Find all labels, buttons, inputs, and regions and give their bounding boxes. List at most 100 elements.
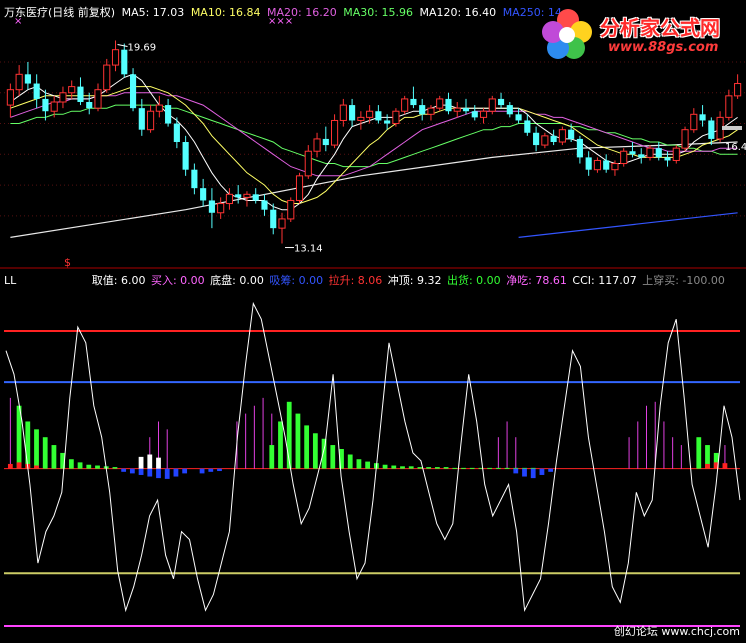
ind-legend-5: 冲顶: 9.32: [387, 274, 442, 287]
candle-body: [349, 105, 356, 121]
candle-body: [410, 98, 417, 106]
indicator-green-bar: [434, 467, 440, 469]
indicator-white-bar: [147, 454, 153, 469]
indicator-green-bar: [112, 467, 118, 469]
indicator-green-bar: [347, 454, 353, 469]
candle-body: [111, 49, 120, 66]
high-label: 19.69: [128, 42, 157, 53]
logo-url: www.88gs.com: [608, 40, 719, 55]
candle-body: [208, 200, 215, 213]
candle-body: [235, 194, 242, 198]
candle-body: [506, 105, 513, 115]
candle-body: [24, 74, 31, 84]
candle-body: [445, 98, 452, 112]
candle-body: [690, 113, 698, 131]
buy-dollar-marker: $: [64, 256, 71, 269]
indicator-blue-bar: [164, 468, 170, 479]
indicator-red-bar: [705, 463, 710, 469]
indicator-green-bar: [417, 467, 423, 469]
indicator-blue-bar: [522, 468, 527, 477]
ind-legend-7: 净吃: 78.61: [506, 274, 567, 287]
indicator-green-bar: [77, 462, 83, 469]
candle-body: [646, 147, 654, 158]
ma-legend-2: MA20: 16.20: [267, 6, 337, 19]
indicator-green-bar: [408, 466, 414, 469]
indicator-green-bar: [356, 459, 362, 469]
candle-body: [94, 89, 102, 109]
indicator-red-bar: [722, 463, 728, 469]
candle-body: [725, 95, 733, 118]
candle-body: [50, 101, 58, 112]
indicator-green-bar: [86, 464, 92, 469]
candle-body: [270, 209, 277, 229]
candle-body: [129, 74, 137, 109]
indicator-blue-bar: [173, 468, 179, 477]
indicator-green-bar: [400, 466, 405, 469]
candle-body: [313, 138, 321, 152]
ind-legend-8: CCI: 117.07: [572, 274, 637, 287]
candle-body: [155, 104, 163, 112]
indicator-green-bar: [304, 425, 310, 469]
ma-legend-0: MA5: 17.03: [121, 6, 185, 19]
candle-body: [479, 110, 488, 118]
indicator-green-bar: [330, 445, 336, 469]
candle-body: [173, 123, 180, 142]
candle-body: [278, 218, 286, 229]
candle-body: [576, 138, 583, 158]
candle-body: [638, 154, 645, 158]
ma120-line: [10, 141, 738, 238]
indicator-green-bar: [443, 467, 449, 469]
ma-legend-3: MA30: 15.96: [343, 6, 413, 19]
candle-body: [436, 98, 444, 109]
site-logo: 分析家公式网 www.88gs.com: [538, 6, 738, 62]
candle-body: [708, 120, 715, 139]
candle-body: [6, 89, 14, 106]
candle-body: [392, 110, 400, 125]
candle-body: [295, 175, 304, 201]
ind-legend-0: 取值: 6.00: [91, 274, 146, 287]
candle-body: [629, 151, 636, 155]
indicator-green-bar: [696, 437, 702, 469]
indicator-red-bar: [7, 463, 13, 469]
candle-body: [252, 194, 259, 201]
candle-body: [339, 104, 347, 121]
chart-root: 19.69 13.14 16.4 × ××× $ 万东医疗(日线 前复权) MA5: 17…: [0, 0, 746, 643]
logo-title: 分析家公式网: [600, 16, 720, 40]
candle-body: [191, 169, 198, 189]
indicator-green-bar: [42, 437, 48, 469]
ind-legend-2: 底盘: 0.00: [210, 274, 264, 287]
candle-body: [182, 142, 189, 170]
indicator-green-bar: [68, 459, 74, 469]
indicator-blue-bar: [539, 468, 545, 475]
candle-body: [419, 105, 426, 115]
ma30-line: [10, 104, 738, 168]
candle-body: [331, 119, 339, 146]
ma10-line: [10, 86, 738, 204]
ma-legend-1: MA10: 16.84: [190, 6, 261, 19]
indicator-blue-bar: [530, 468, 536, 479]
indicator-blue-bar: [147, 468, 153, 477]
candle-body: [611, 163, 619, 171]
indicator-blue-bar: [217, 468, 222, 472]
candle-body: [541, 135, 549, 146]
chart-canvas: 19.6913.1416.4× ×××$: [0, 16, 746, 627]
candle-body: [462, 108, 470, 112]
indicator-green-bar: [452, 467, 458, 469]
candle-body: [550, 135, 557, 142]
indicator-green-bar: [295, 413, 301, 469]
candle-body: [138, 108, 145, 130]
candle-body: [471, 111, 478, 118]
candle-body: [593, 159, 601, 171]
right-price-marker: [722, 126, 742, 130]
indicator-panel-header: LL 取值: 6.00 买入: 0.00 底盘: 0.00 吸筹: 0.00 拉…: [4, 272, 727, 288]
indicator-blue-bar: [121, 468, 127, 472]
indicator-green-bar: [278, 421, 283, 469]
indicator-blue-bar: [199, 468, 205, 474]
indicator-blue-bar: [208, 468, 214, 472]
candle-body: [672, 147, 680, 161]
candle-body: [603, 160, 610, 170]
candle-body: [243, 193, 251, 198]
indicator-green-bar: [51, 445, 57, 469]
candle-body: [427, 107, 435, 115]
indicator-white-bar: [156, 457, 161, 469]
